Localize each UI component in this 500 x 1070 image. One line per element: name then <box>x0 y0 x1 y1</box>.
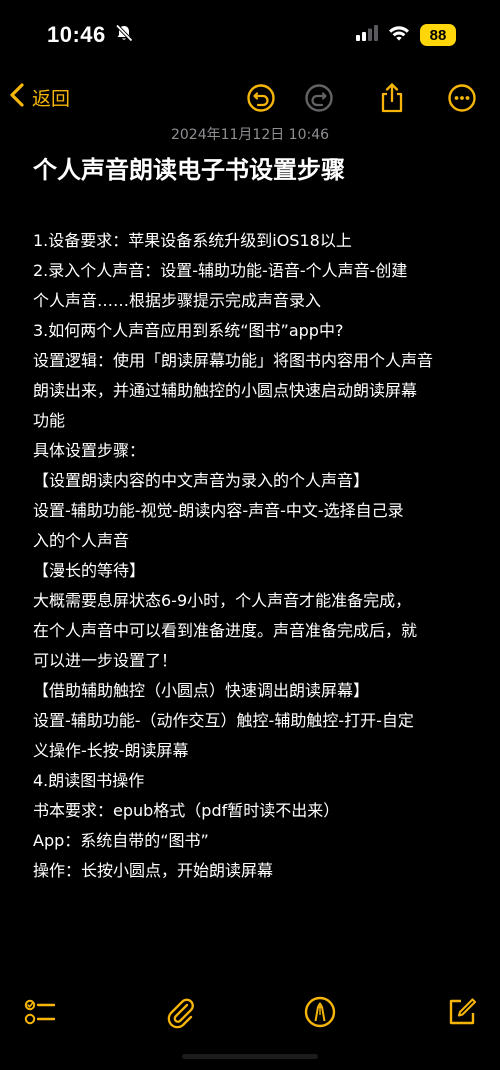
note-line: 书本要求：epub格式（pdf暂时读不出来） <box>33 801 340 820</box>
status-right: 88 <box>356 24 456 46</box>
bell-slash-icon <box>114 23 134 47</box>
paperclip-icon[interactable] <box>162 994 198 1030</box>
chevron-left-icon <box>8 82 26 113</box>
note-line: 2.录入个人声音：设置-辅助功能-语音-个人声音-创建 <box>33 261 408 280</box>
note-line: 4.朗读图书操作 <box>33 771 145 790</box>
time-group: 10:46 <box>47 22 134 48</box>
note-line: 朗读出来，并通过辅助触控的小圆点快速启动朗读屏幕 <box>33 381 418 400</box>
battery-level: 88 <box>429 26 447 44</box>
note-line: App：系统自带的“图书” <box>33 831 209 850</box>
note-line: 操作：长按小圆点，开始朗读屏幕 <box>33 861 274 880</box>
note-line: 入的个人声音 <box>33 531 130 550</box>
share-icon[interactable] <box>376 82 408 114</box>
note-line: 功能 <box>33 411 66 430</box>
more-icon[interactable] <box>446 82 478 114</box>
redo-icon[interactable] <box>303 82 335 114</box>
note-line: 【借助辅助触控（小圆点）快速调出朗读屏幕】 <box>33 681 370 700</box>
status-time: 10:46 <box>47 22 106 47</box>
note-title[interactable]: 个人声音朗读电子书设置步骤 <box>33 152 345 188</box>
bottom-toolbar <box>0 990 500 1040</box>
home-indicator <box>182 1054 318 1059</box>
checklist-icon[interactable] <box>22 994 58 1030</box>
note-line: 义操作-长按-朗读屏幕 <box>33 741 189 760</box>
note-line: 3.如何两个人声音应用到系统“图书”app中? <box>33 321 344 340</box>
note-line: 可以进一步设置了！ <box>33 651 178 670</box>
nav-bar: 返回 <box>0 72 500 122</box>
note-line: 在个人声音中可以看到准备进度。声音准备完成后，就 <box>33 621 418 640</box>
note-body[interactable]: 1.设备要求：苹果设备系统升级到iOS18以上 2.录入个人声音：设置-辅助功能… <box>33 226 473 886</box>
markup-pen-icon[interactable] <box>302 994 338 1030</box>
note-line: 大概需要息屏状态6-9小时，个人声音才能准备完成， <box>33 591 412 610</box>
wifi-icon <box>388 25 410 45</box>
note-line: 个人声音……根据步骤提示完成声音录入 <box>33 291 322 310</box>
back-button[interactable]: 返回 <box>8 82 70 113</box>
note-line: 设置-辅助功能-视觉-朗读内容-声音-中文-选择自己录 <box>33 501 404 520</box>
note-line: 设置-辅助功能-（动作交互）触控-辅助触控-打开-自定 <box>33 711 414 730</box>
note-line: 【漫长的等待】 <box>33 561 146 580</box>
undo-icon[interactable] <box>245 82 277 114</box>
note-date: 2024年11月12日 10:46 <box>170 127 330 143</box>
status-bar: 10:46 88 <box>0 0 500 70</box>
compose-icon[interactable] <box>444 994 480 1030</box>
note-line: 具体设置步骤： <box>33 441 146 460</box>
note-line: 设置逻辑：使用「朗读屏幕功能」将图书内容用个人声音 <box>33 351 434 370</box>
back-label: 返回 <box>32 88 71 110</box>
note-line: 1.设备要求：苹果设备系统升级到iOS18以上 <box>33 231 352 250</box>
signal-icon <box>356 25 378 45</box>
battery-icon: 88 <box>420 24 456 46</box>
note-line: 【设置朗读内容的中文声音为录入的个人声音】 <box>33 471 370 490</box>
